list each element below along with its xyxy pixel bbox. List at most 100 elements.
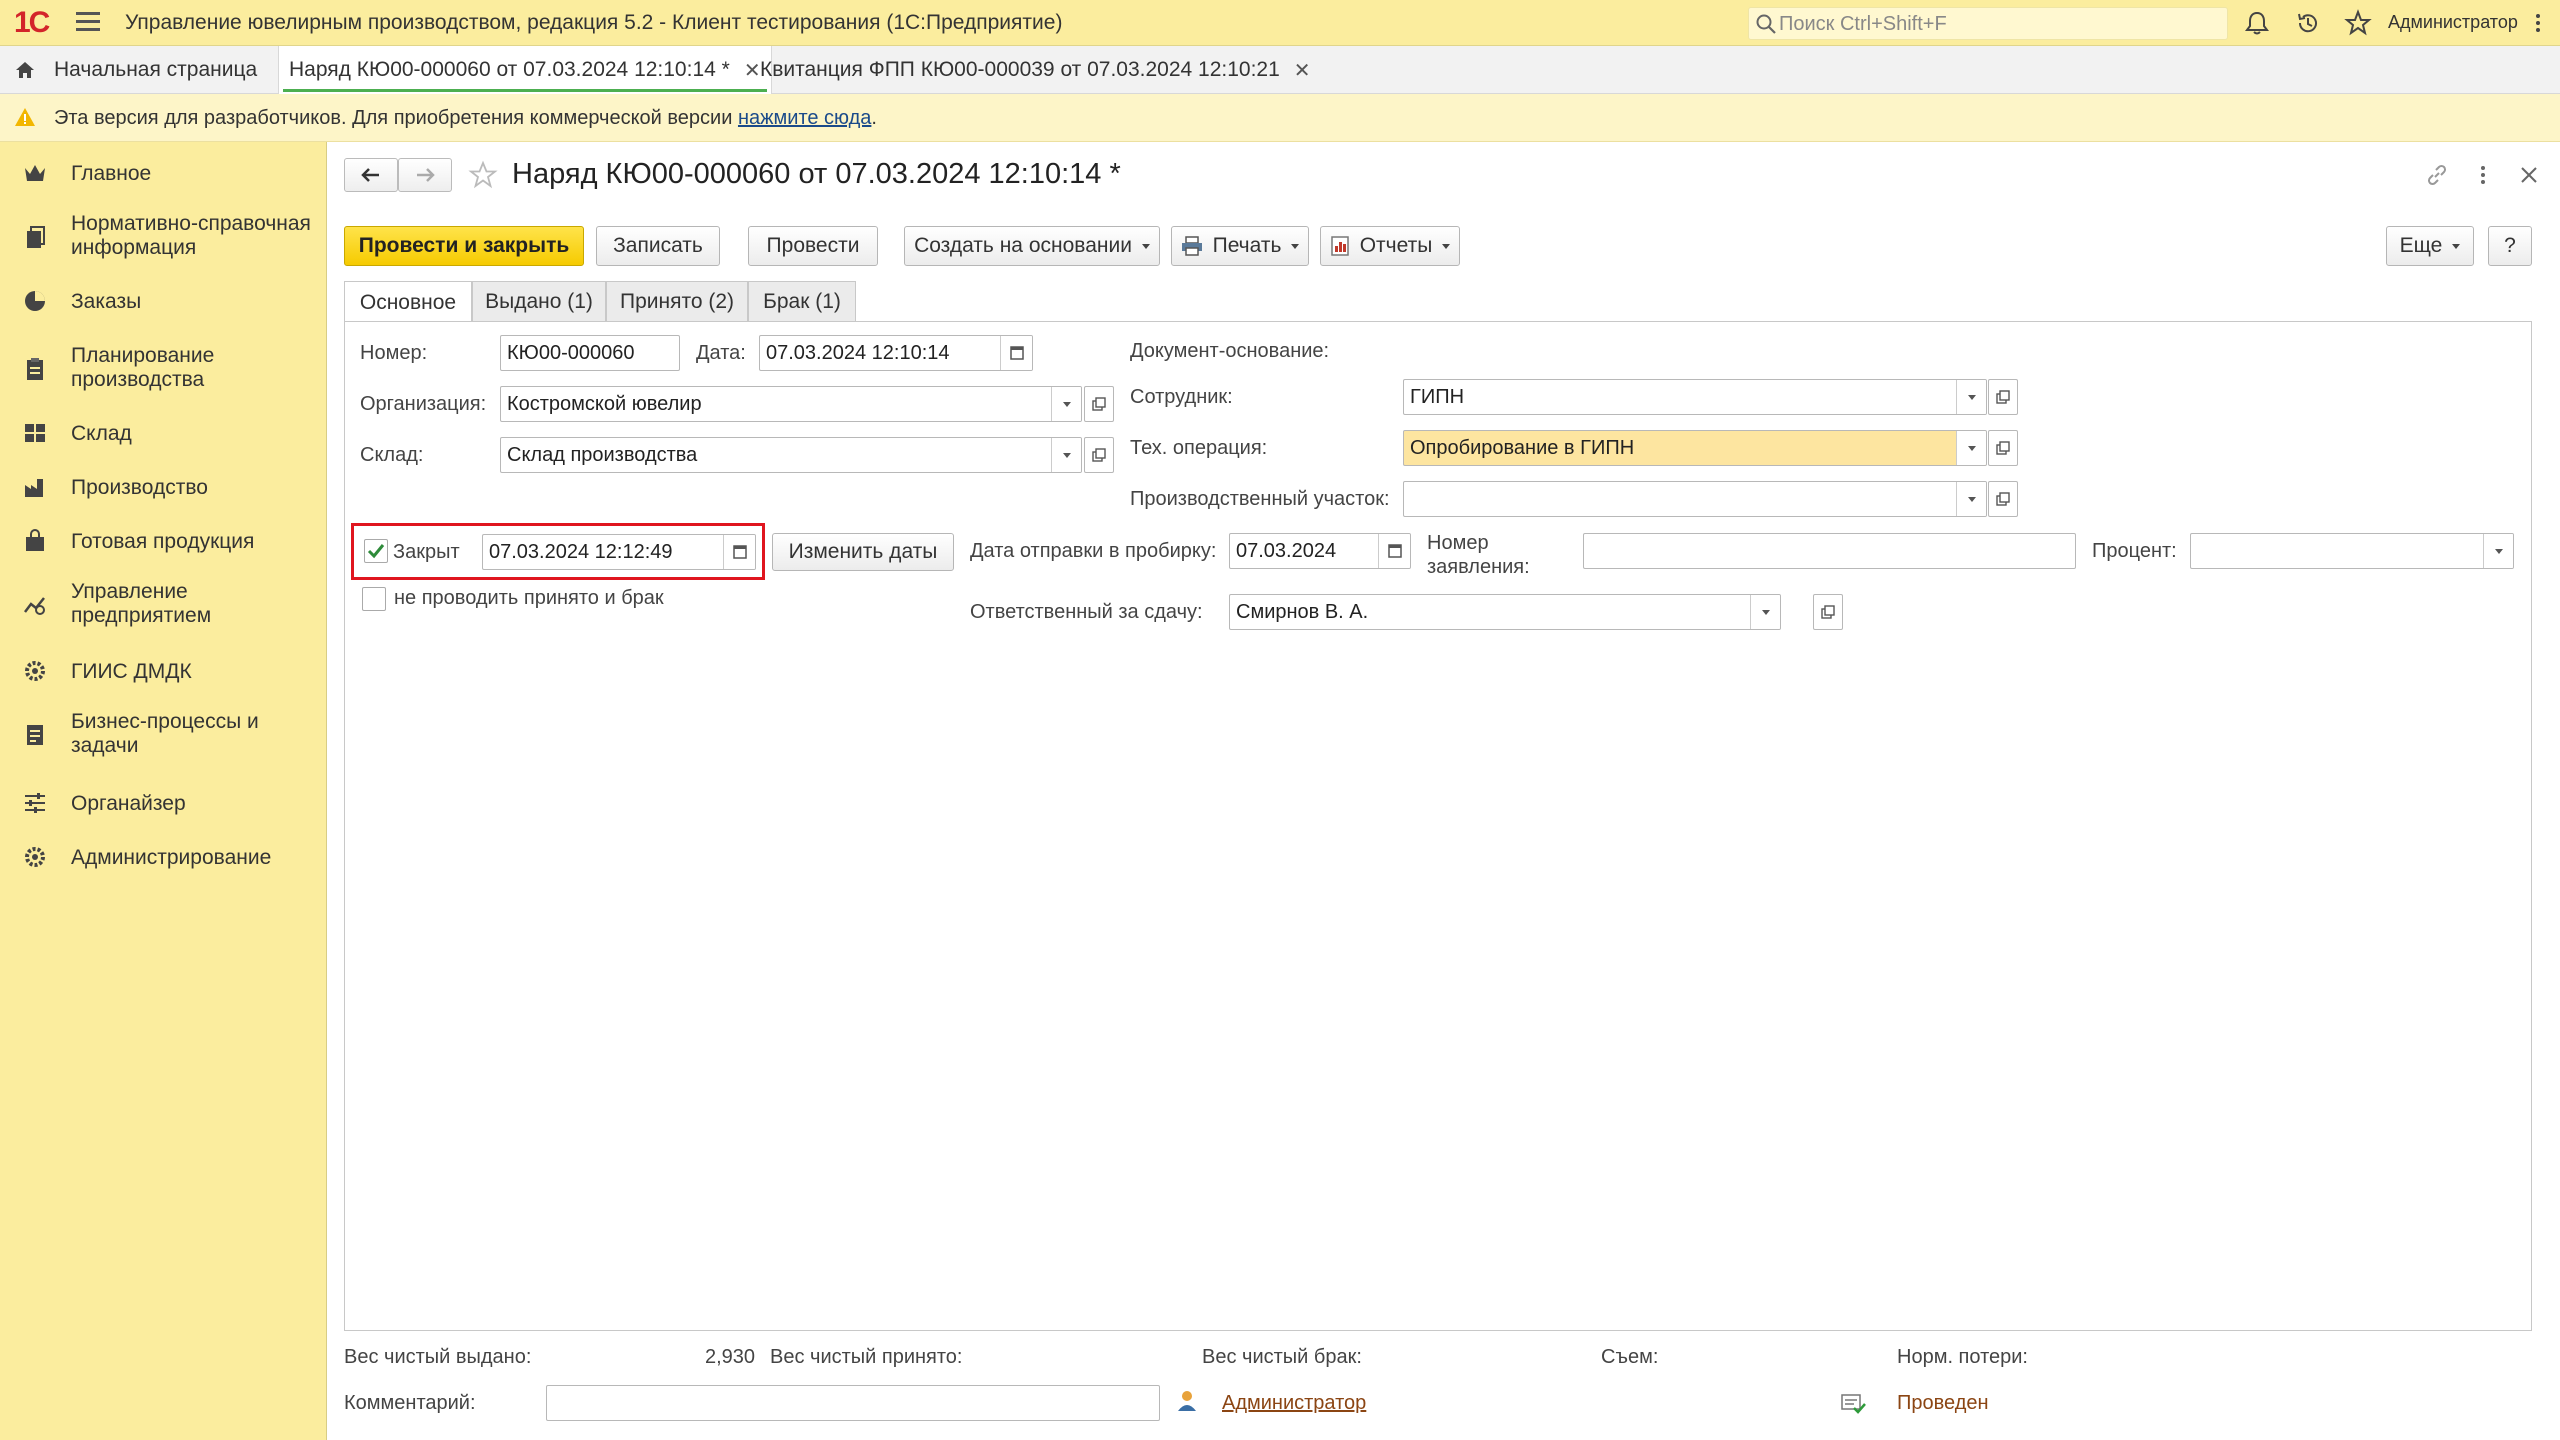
reports-button[interactable]: Отчеты bbox=[1320, 226, 1460, 266]
responsible-field[interactable]: Смирнов В. А. bbox=[1229, 594, 1781, 630]
search-input[interactable] bbox=[1779, 11, 2219, 37]
no-post-checkbox[interactable] bbox=[362, 587, 386, 611]
tech-operation-field[interactable]: Опробирование в ГИПН bbox=[1403, 430, 1987, 466]
bell-icon[interactable] bbox=[2243, 9, 2271, 37]
posted-document-icon bbox=[1841, 1394, 1866, 1414]
sidebar-item-planning[interactable]: Планирование производства bbox=[0, 342, 327, 396]
sidebar-item-reference[interactable]: Нормативно-справочная информация bbox=[0, 210, 327, 264]
net-received-label: Вес чистый принято: bbox=[770, 1346, 963, 1368]
organization-value: Костромской ювелир bbox=[507, 393, 702, 415]
tab-main[interactable]: Основное bbox=[344, 281, 472, 323]
link-icon[interactable] bbox=[2424, 162, 2450, 188]
chevron-down-icon[interactable] bbox=[1051, 387, 1081, 421]
open-tabs-bar: Начальная страница Наряд КЮ00-000060 от … bbox=[0, 46, 2560, 94]
close-icon[interactable]: ✕ bbox=[1294, 58, 1311, 83]
favorite-star-icon[interactable] bbox=[468, 160, 498, 190]
help-button[interactable]: ? bbox=[2488, 226, 2532, 266]
open-window-icon bbox=[1092, 448, 1106, 462]
back-button[interactable] bbox=[344, 158, 398, 192]
print-button[interactable]: Печать bbox=[1171, 226, 1309, 266]
history-icon[interactable] bbox=[2294, 9, 2322, 37]
close-icon[interactable]: ✕ bbox=[744, 58, 761, 83]
post-button[interactable]: Провести bbox=[748, 226, 878, 266]
sidebar-item-orders[interactable]: Заказы bbox=[0, 284, 327, 320]
sidebar-item-giis[interactable]: ГИИС ДМДК bbox=[0, 654, 327, 690]
base-document-label: Документ-основание: bbox=[1130, 340, 1330, 362]
open-organization-button[interactable] bbox=[1084, 386, 1114, 422]
closed-date-value: 07.03.2024 12:12:49 bbox=[489, 541, 673, 563]
net-issued-value: 2,930 bbox=[705, 1346, 756, 1368]
sidebar-item-main[interactable]: Главное bbox=[0, 156, 327, 192]
sidebar-item-warehouse[interactable]: Склад bbox=[0, 416, 327, 452]
star-icon[interactable] bbox=[2344, 9, 2372, 37]
chevron-down-icon[interactable] bbox=[1051, 438, 1081, 472]
main-menu-icon[interactable] bbox=[76, 12, 100, 32]
tab-received[interactable]: Принято (2) bbox=[606, 281, 748, 321]
calendar-icon[interactable] bbox=[723, 535, 755, 569]
sidebar-item-label: Нормативно-справочная информация bbox=[71, 212, 311, 259]
current-user[interactable]: Администратор bbox=[2388, 12, 2518, 33]
net-issued-label: Вес чистый выдано: bbox=[344, 1346, 532, 1368]
change-dates-button[interactable]: Изменить даты bbox=[772, 533, 954, 571]
organization-field[interactable]: Костромской ювелир bbox=[500, 386, 1082, 422]
search-icon bbox=[1756, 14, 1776, 34]
forward-button[interactable] bbox=[398, 158, 452, 192]
tab-document-order[interactable]: Наряд КЮ00-000060 от 07.03.2024 12:10:14… bbox=[278, 46, 772, 94]
tab-issued[interactable]: Выдано (1) bbox=[472, 281, 606, 321]
sidebar-item-production[interactable]: Производство bbox=[0, 470, 327, 506]
chevron-down-icon[interactable] bbox=[1750, 595, 1780, 629]
print-label: Печать bbox=[1212, 234, 1282, 257]
tab-home[interactable]: Начальная страница bbox=[14, 46, 257, 94]
chevron-down-icon[interactable] bbox=[1956, 482, 1986, 516]
open-employee-button[interactable] bbox=[1988, 379, 2018, 415]
report-icon bbox=[1330, 236, 1349, 256]
create-based-on-button[interactable]: Создать на основании bbox=[904, 226, 1160, 266]
sidebar-item-business-processes[interactable]: Бизнес-процессы и задачи bbox=[0, 708, 327, 762]
chevron-down-icon[interactable] bbox=[1956, 380, 1986, 414]
open-production-section-button[interactable] bbox=[1988, 481, 2018, 517]
app-logo[interactable]: 1С bbox=[14, 6, 50, 40]
global-search[interactable] bbox=[1748, 7, 2228, 40]
employee-field[interactable]: ГИПН bbox=[1403, 379, 1987, 415]
developer-notice: Эта версия для разработчиков. Для приобр… bbox=[0, 94, 2560, 142]
notice-text: Эта версия для разработчиков. Для приобр… bbox=[54, 107, 877, 130]
send-date-label: Дата отправки в пробирку: bbox=[970, 540, 1217, 562]
sidebar-item-finished-goods[interactable]: Готовая продукция bbox=[0, 524, 327, 560]
author-link[interactable]: Администратор bbox=[1222, 1392, 1366, 1415]
calendar-icon[interactable] bbox=[1378, 534, 1410, 568]
sidebar-item-organizer[interactable]: Органайзер bbox=[0, 786, 327, 822]
responsible-value: Смирнов В. А. bbox=[1236, 601, 1369, 623]
warehouse-field[interactable]: Склад производства bbox=[500, 437, 1082, 473]
books-icon bbox=[27, 226, 45, 248]
sidebar-item-label: Планирование производства bbox=[71, 344, 215, 391]
production-section-field[interactable] bbox=[1403, 481, 1987, 517]
chevron-down-icon[interactable] bbox=[2483, 534, 2513, 568]
save-button[interactable]: Записать bbox=[596, 226, 720, 266]
open-tech-operation-button[interactable] bbox=[1988, 430, 2018, 466]
more-vertical-icon[interactable] bbox=[2528, 6, 2548, 40]
tab-document-receipt[interactable]: Квитанция ФПП КЮ00-000039 от 07.03.2024 … bbox=[760, 46, 1311, 94]
percent-field[interactable] bbox=[2190, 533, 2514, 569]
post-and-close-button[interactable]: Провести и закрыть bbox=[344, 226, 584, 266]
date-field[interactable]: 07.03.2024 12:10:14 bbox=[759, 335, 1033, 371]
grid-icon bbox=[25, 424, 45, 442]
notice-link[interactable]: нажмите сюда bbox=[738, 107, 871, 129]
sidebar-item-administration[interactable]: Администрирование bbox=[0, 840, 327, 876]
sidebar-item-management[interactable]: Управление предприятием bbox=[0, 578, 327, 632]
send-date-field[interactable]: 07.03.2024 bbox=[1229, 533, 1411, 569]
chevron-down-icon[interactable] bbox=[1956, 431, 1986, 465]
open-responsible-button[interactable] bbox=[1813, 594, 1843, 630]
application-number-field[interactable] bbox=[1583, 533, 2076, 569]
more-vertical-icon[interactable] bbox=[2470, 162, 2496, 188]
closed-date-field[interactable]: 07.03.2024 12:12:49 bbox=[482, 534, 756, 570]
reports-label: Отчеты bbox=[1359, 234, 1433, 257]
more-actions-button[interactable]: Еще bbox=[2386, 226, 2474, 266]
closed-checkbox[interactable] bbox=[364, 539, 388, 563]
close-icon[interactable] bbox=[2516, 162, 2542, 188]
tab-defect[interactable]: Брак (1) bbox=[748, 281, 856, 321]
crown-icon bbox=[25, 165, 45, 181]
open-warehouse-button[interactable] bbox=[1084, 437, 1114, 473]
calendar-icon[interactable] bbox=[1000, 336, 1032, 370]
comment-field[interactable] bbox=[546, 1385, 1160, 1421]
number-field[interactable]: КЮ00-000060 bbox=[500, 335, 680, 371]
